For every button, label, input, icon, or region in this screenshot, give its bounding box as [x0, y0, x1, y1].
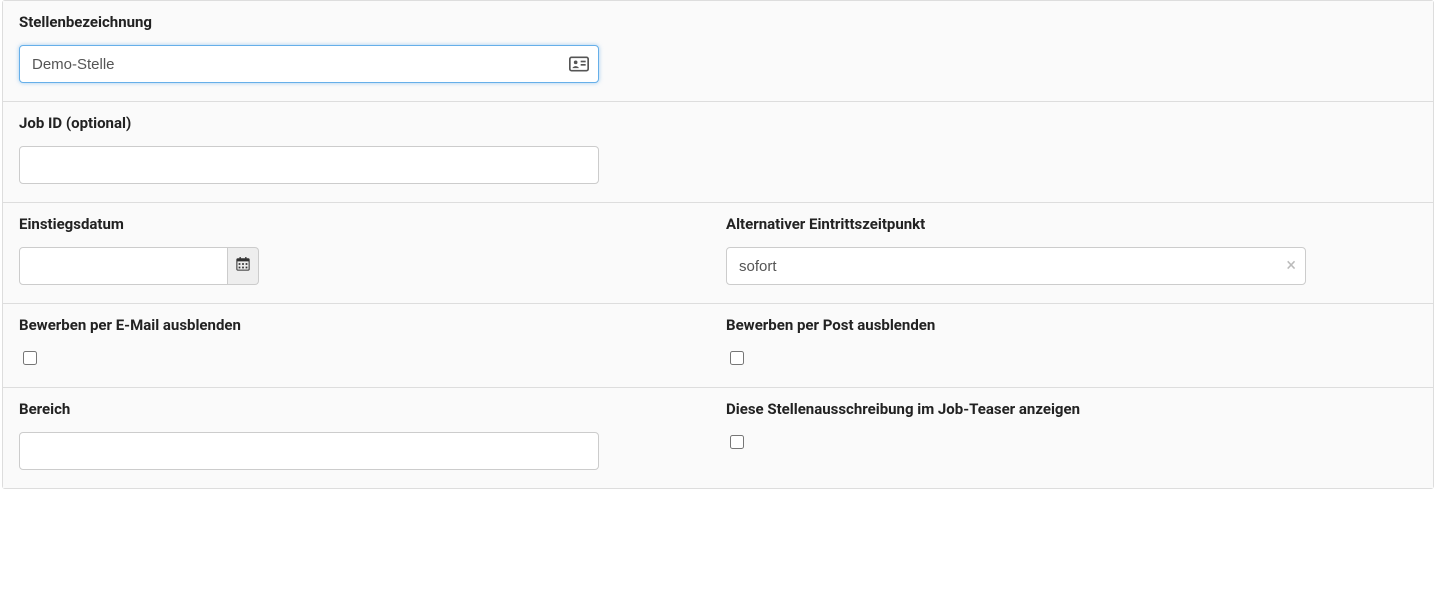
section-job-title: Stellenbezeichnung: [3, 1, 1433, 102]
calendar-icon: [236, 257, 250, 275]
hide-post-checkbox[interactable]: [730, 351, 744, 365]
start-date-label: Einstiegsdatum: [19, 215, 710, 233]
area-label: Bereich: [19, 400, 710, 418]
job-title-label: Stellenbezeichnung: [19, 13, 1417, 31]
clear-icon[interactable]: ×: [1286, 257, 1296, 275]
hide-post-label: Bewerben per Post ausblenden: [726, 316, 1417, 334]
contact-card-icon: [569, 56, 589, 72]
section-job-id: Job ID (optional): [3, 102, 1433, 203]
section-hide-apply: Bewerben per E-Mail ausblenden Bewerben …: [3, 304, 1433, 388]
alt-start-label: Alternativer Eintrittszeitpunkt: [726, 215, 1417, 233]
area-input[interactable]: [19, 432, 599, 470]
start-date-input[interactable]: [19, 247, 228, 285]
show-teaser-checkbox[interactable]: [730, 435, 744, 449]
job-id-label: Job ID (optional): [19, 114, 1417, 132]
hide-email-label: Bewerben per E-Mail ausblenden: [19, 316, 710, 334]
calendar-button[interactable]: [228, 247, 259, 285]
job-title-input[interactable]: [19, 45, 599, 83]
hide-email-checkbox[interactable]: [23, 351, 37, 365]
section-area-teaser: Bereich Diese Stellenausschreibung im Jo…: [3, 388, 1433, 488]
section-dates: Einstiegsdatum: [3, 203, 1433, 304]
alt-start-input[interactable]: [726, 247, 1306, 285]
show-teaser-label: Diese Stellenausschreibung im Job-Teaser…: [726, 400, 1417, 418]
job-id-input[interactable]: [19, 146, 599, 184]
